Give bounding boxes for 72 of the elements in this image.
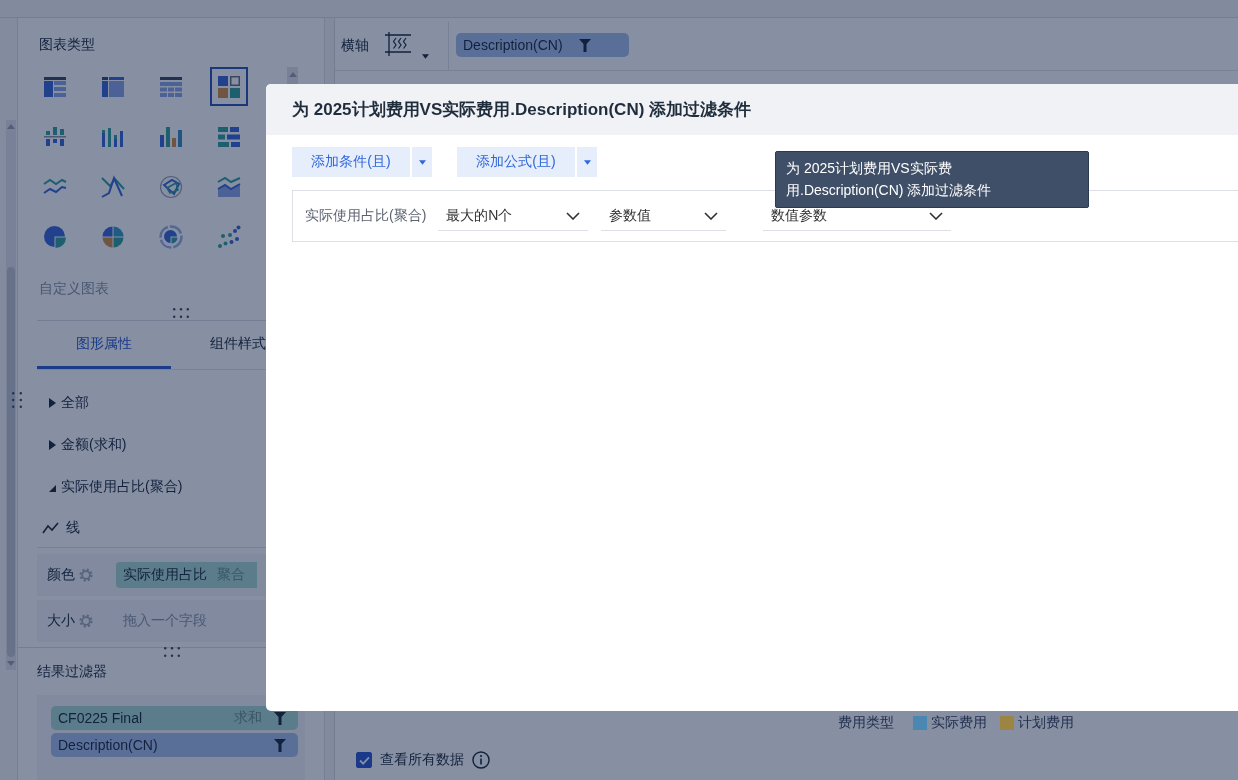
- diverging-bar-chart-icon: [43, 124, 67, 149]
- tooltip: 为 2025计划费用VS实际费用.Description(CN) 添加过滤条件: [775, 151, 1089, 208]
- info-icon[interactable]: [472, 751, 490, 769]
- scrollbar[interactable]: [287, 67, 298, 84]
- area-chart-icon: [217, 174, 241, 199]
- chevron-down-icon: [566, 211, 581, 220]
- pivot-table-icon: [101, 74, 125, 99]
- chart-type-button[interactable]: [210, 67, 248, 106]
- field-pill[interactable]: Description(CN): [456, 33, 629, 57]
- tree-item[interactable]: 金额(求和): [61, 436, 127, 454]
- gear-icon[interactable]: [79, 568, 93, 582]
- filter-icon[interactable]: [274, 738, 286, 752]
- donut-chart-icon: [159, 224, 183, 249]
- drag-handle-icon[interactable]: [172, 308, 189, 318]
- filter-icon[interactable]: [274, 711, 286, 725]
- scroll-down-icon[interactable]: [7, 661, 15, 666]
- section-title: 图表类型: [39, 36, 95, 52]
- tab[interactable]: 组件样式: [171, 321, 305, 369]
- scroll-up-icon[interactable]: [288, 72, 297, 77]
- bar-chart-icon: [159, 124, 183, 149]
- radar-chart-icon: [159, 174, 183, 199]
- horizontal-bar-chart-icon: [217, 124, 241, 149]
- tree-item[interactable]: 实际使用占比(聚合): [61, 478, 183, 496]
- field-pill[interactable]: Description(CN): [51, 733, 298, 757]
- property-label: 颜色: [47, 566, 76, 584]
- checkbox[interactable]: [356, 752, 372, 768]
- field-name: Description(CN): [58, 737, 159, 753]
- caret-down-icon: [583, 159, 591, 165]
- scatter-plot-icon: [217, 224, 241, 249]
- dropdown-button[interactable]: [577, 147, 597, 177]
- axis-label: 横轴: [341, 37, 369, 55]
- gear-icon[interactable]: [79, 614, 93, 628]
- add-button[interactable]: 添加公式(且): [457, 147, 575, 177]
- quartered-pie-icon: [101, 224, 125, 249]
- field-name: Description(CN): [463, 37, 563, 53]
- condition-field: 实际使用占比(聚合): [305, 207, 427, 225]
- legend-label[interactable]: 计划费用: [1018, 714, 1074, 732]
- axis-icon[interactable]: [385, 32, 411, 56]
- add-button[interactable]: 添加条件(且): [292, 147, 410, 177]
- legend-label[interactable]: 实际费用: [931, 714, 987, 732]
- pie-chart-icon: [43, 224, 67, 249]
- filter-icon[interactable]: [578, 38, 591, 52]
- checkbox-label[interactable]: 查看所有数据: [380, 751, 464, 769]
- checkmark-icon: [358, 755, 370, 765]
- caret-down-icon[interactable]: [422, 53, 429, 59]
- tree-item[interactable]: 全部: [61, 394, 89, 412]
- scrollbar[interactable]: [6, 120, 16, 670]
- dialog-title: 为 2025计划费用VS实际费用.Description(CN) 添加过滤条件: [292, 99, 752, 121]
- dropdown-select[interactable]: 参数值: [601, 201, 727, 231]
- property-label: 大小: [47, 612, 76, 630]
- chevron-down-icon: [704, 211, 719, 220]
- caret-right-icon[interactable]: [49, 398, 56, 408]
- section-title: 结果过滤器: [37, 662, 107, 680]
- grid-table-icon: [159, 74, 183, 99]
- scrollbar-thumb[interactable]: [7, 267, 15, 657]
- tab[interactable]: 图形属性: [37, 321, 171, 369]
- field-name: 实际使用占比: [123, 566, 207, 584]
- mark-type-label: 线: [66, 518, 80, 537]
- caret-right-icon[interactable]: [49, 440, 56, 450]
- field-name: CF0225 Final: [58, 710, 144, 726]
- chevron-down-icon: [929, 211, 944, 220]
- section-title: 自定义图表: [39, 280, 109, 296]
- tiles-icon: [217, 74, 241, 99]
- legend-title: 费用类型: [838, 714, 894, 732]
- dropdown-select[interactable]: 最大的N个: [438, 201, 589, 231]
- drag-handle-icon[interactable]: [163, 647, 180, 657]
- line-chart-icon: [42, 521, 59, 534]
- crossing-lines-icon: [101, 174, 125, 199]
- scroll-up-icon[interactable]: [7, 124, 15, 129]
- caret-down-icon: [418, 159, 426, 165]
- table-icon: [43, 74, 67, 99]
- dropdown-button[interactable]: [412, 147, 432, 177]
